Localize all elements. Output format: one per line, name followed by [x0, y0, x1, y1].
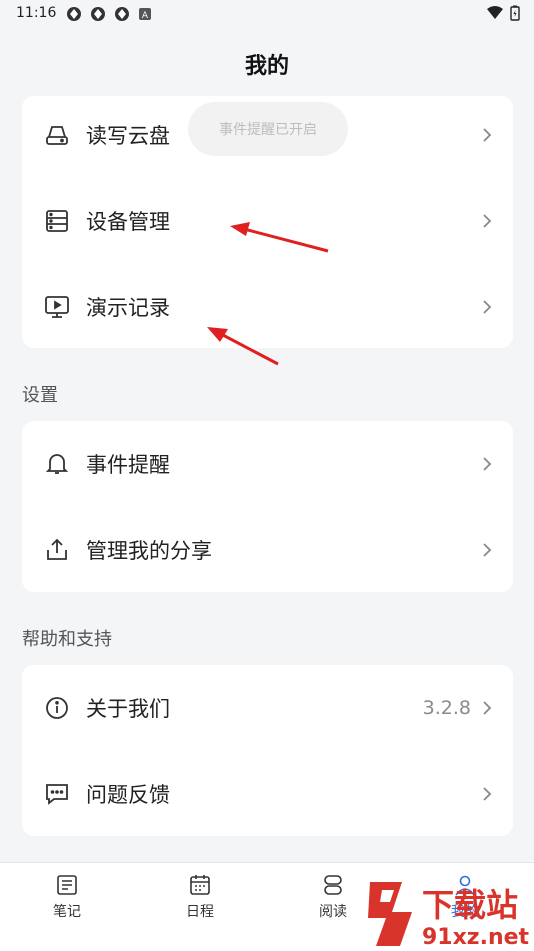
tab-label: 日程: [186, 904, 214, 920]
chevron-right-icon: [483, 701, 492, 715]
section-title-help: 帮助和支持: [22, 629, 112, 650]
share-icon: [44, 537, 70, 563]
menu-item-device-management[interactable]: 设备管理: [22, 178, 513, 264]
menu-item-event-reminder[interactable]: 事件提醒: [22, 421, 513, 507]
help-card: 关于我们 3.2.8 问题反馈: [22, 665, 513, 836]
info-icon: [44, 695, 70, 721]
menu-item-about-us[interactable]: 关于我们 3.2.8: [22, 665, 513, 751]
menu-item-label: 关于我们: [86, 697, 170, 721]
menu-item-presentation-records[interactable]: 演示记录: [22, 264, 513, 350]
toast-message: 事件提醒已开启: [188, 102, 348, 156]
reading-icon: [324, 875, 342, 895]
page-title: 我的: [244, 54, 289, 79]
note-icon: [57, 875, 77, 895]
app-notification-icon: [115, 7, 129, 21]
menu-item-label: 演示记录: [86, 296, 170, 320]
device-list-icon: [44, 208, 70, 234]
chevron-right-icon: [483, 457, 492, 471]
watermark-logo-icon: [368, 882, 412, 946]
chevron-right-icon: [483, 543, 492, 557]
status-notification-icons: A: [66, 6, 152, 22]
menu-item-label: 设备管理: [86, 210, 170, 234]
section-title-settings: 设置: [22, 385, 58, 406]
wifi-icon: [487, 6, 503, 19]
keyboard-notification-icon: A: [139, 8, 151, 21]
menu-item-feedback[interactable]: 问题反馈: [22, 751, 513, 837]
menu-item-label: 管理我的分享: [86, 539, 212, 563]
status-right-icons: [486, 5, 520, 21]
svg-text:A: A: [142, 11, 149, 21]
tab-notes[interactable]: 笔记: [22, 873, 112, 921]
app-notification-icon: [91, 7, 105, 21]
status-bar: 11:16 A: [0, 0, 534, 28]
settings-card: 事件提醒 管理我的分享: [22, 421, 513, 592]
app-notification-icon: [67, 7, 81, 21]
chevron-right-icon: [483, 214, 492, 228]
calendar-icon: [190, 875, 210, 895]
watermark-text-url: 91xz.net: [422, 925, 530, 950]
chevron-right-icon: [483, 128, 492, 142]
watermark: 下载站 91xz.net: [368, 882, 530, 950]
menu-item-label: 读写云盘: [86, 124, 170, 148]
status-time: 11:16: [16, 5, 57, 21]
version-number: 3.2.8: [422, 697, 471, 719]
feedback-icon: [44, 781, 70, 807]
tab-schedule[interactable]: 日程: [155, 873, 245, 921]
menu-item-manage-shares[interactable]: 管理我的分享: [22, 507, 513, 593]
tab-label: 笔记: [53, 904, 81, 920]
battery-icon: [510, 5, 520, 21]
chevron-right-icon: [483, 787, 492, 801]
presentation-icon: [44, 294, 70, 320]
chevron-right-icon: [483, 300, 492, 314]
bell-icon: [44, 451, 70, 477]
menu-item-label: 问题反馈: [86, 783, 170, 807]
menu-item-label: 事件提醒: [86, 453, 170, 477]
watermark-text-cn: 下载站: [422, 886, 518, 924]
cloud-drive-icon: [44, 122, 70, 148]
